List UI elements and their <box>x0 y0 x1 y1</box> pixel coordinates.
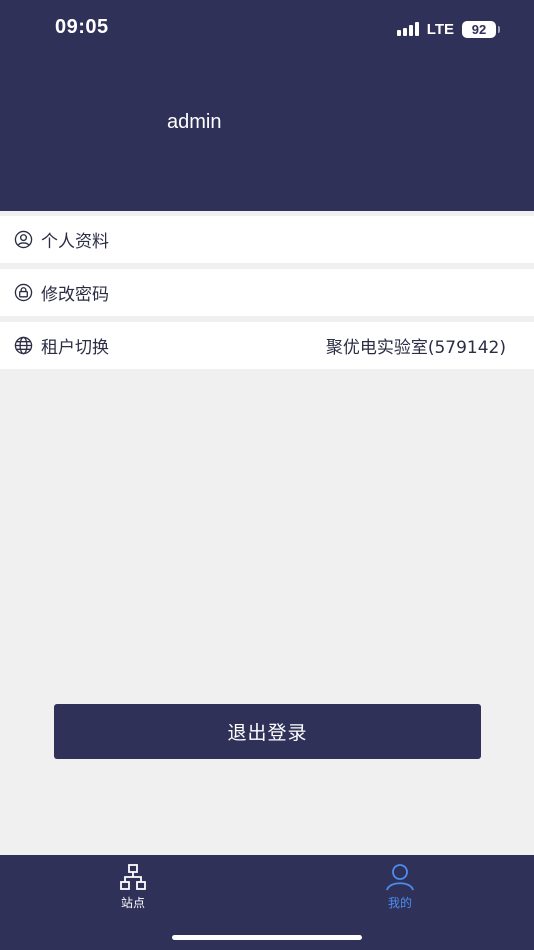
menu-item-tenant-switch[interactable]: 租户切换 聚优电实验室(579142) <box>0 322 534 369</box>
status-indicators: LTE 92 <box>396 19 500 39</box>
globe-icon <box>14 336 33 355</box>
tab-label: 我的 <box>387 896 412 910</box>
menu-item-label: 个人资料 <box>41 232 109 252</box>
tab-sites[interactable]: 站点 <box>93 863 173 911</box>
username: admin <box>167 111 222 133</box>
network-type: LTE <box>426 20 454 38</box>
battery-icon: 92 <box>462 20 500 38</box>
tab-label: 站点 <box>120 896 145 910</box>
sitemap-icon <box>118 863 148 891</box>
user-circle-icon <box>14 230 33 249</box>
menu-item-label: 修改密码 <box>41 285 109 305</box>
menu-item-label: 租户切换 <box>41 338 109 358</box>
profile-header: 09:05 LTE 92 admin <box>0 0 534 211</box>
logout-button[interactable]: 退出登录 <box>54 704 481 759</box>
signal-icon <box>396 22 419 36</box>
tab-bar: 站点 我的 <box>0 855 534 950</box>
lock-icon <box>14 283 33 302</box>
menu-item-profile[interactable]: 个人资料 <box>0 216 534 263</box>
status-bar: 09:05 LTE 92 <box>0 0 534 60</box>
current-tenant: 聚优电实验室(579142) <box>325 338 506 358</box>
status-time: 09:05 <box>55 16 109 38</box>
menu-item-change-password[interactable]: 修改密码 <box>0 269 534 316</box>
tab-mine[interactable]: 我的 <box>360 863 440 911</box>
user-icon <box>385 863 415 891</box>
home-indicator <box>172 935 362 940</box>
